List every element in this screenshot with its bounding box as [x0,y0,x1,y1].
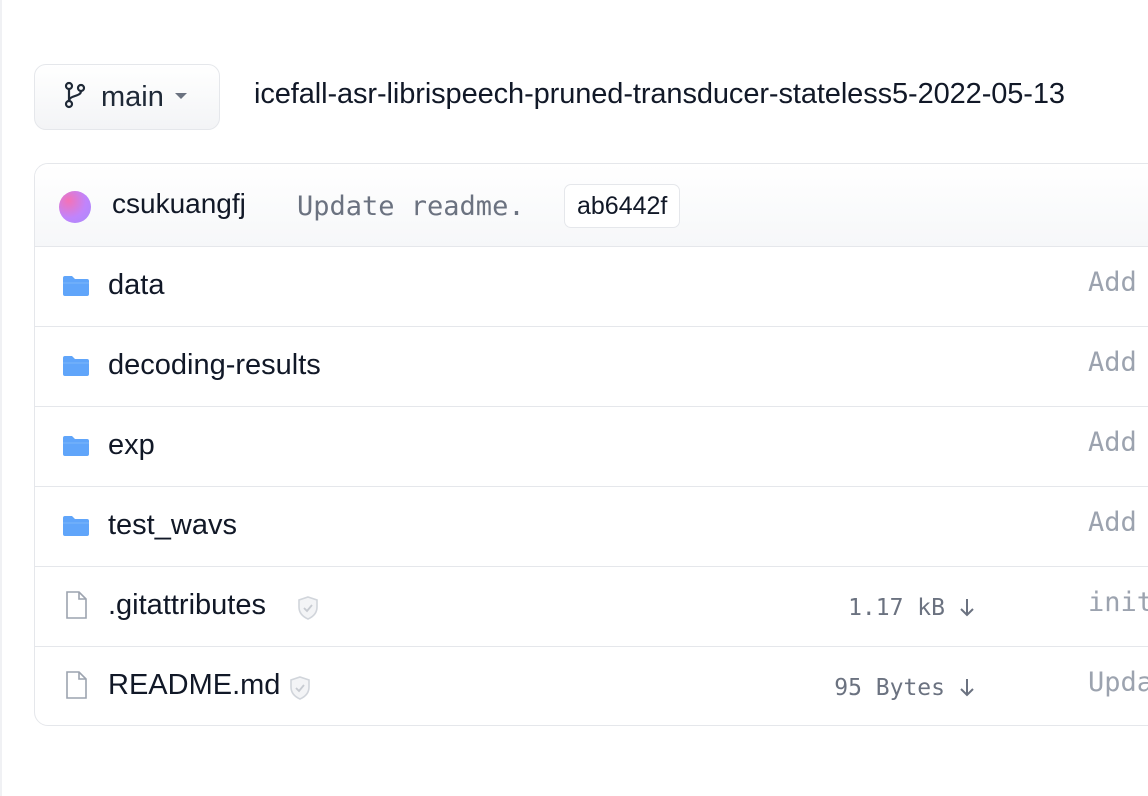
branch-label: main [101,80,164,113]
folder-icon [62,435,90,462]
page-edge [0,0,2,796]
file-name[interactable]: README.md [108,669,280,702]
download-arrow-icon[interactable] [957,677,977,704]
commit-message[interactable]: Update readme. [297,191,525,222]
file-size: 95 Bytes [834,675,945,701]
branch-selector-button[interactable]: main [34,64,220,130]
last-commit-message[interactable]: Upda [1088,667,1148,698]
shield-check-icon[interactable] [296,595,320,626]
folder-icon [62,515,90,542]
file-icon [64,671,88,704]
commit-hash-badge[interactable]: ab6442f [564,184,681,228]
folder-icon [62,355,90,382]
last-commit-message[interactable]: Add [1088,267,1137,298]
file-icon [64,591,88,624]
shield-check-icon[interactable] [288,675,312,706]
download-arrow-icon[interactable] [957,597,977,624]
repo-path: icefall-asr-librispeech-pruned-transduce… [254,78,1065,110]
file-row[interactable]: test_wavs Add [35,487,1148,567]
git-branch-icon [63,81,87,114]
file-name[interactable]: .gitattributes [108,589,266,622]
file-name[interactable]: exp [108,429,155,462]
last-commit-message[interactable]: Add [1088,507,1137,538]
chevron-down-icon [174,88,188,106]
file-name[interactable]: decoding-results [108,349,321,382]
commit-author[interactable]: csukuangfj [112,188,246,220]
folder-icon [62,275,90,302]
file-row[interactable]: README.md 95 Bytes Upda [35,647,1148,725]
file-name[interactable]: data [108,269,164,302]
file-row[interactable]: decoding-results Add [35,327,1148,407]
file-size: 1.17 kB [848,595,945,621]
last-commit-message[interactable]: Add [1088,427,1137,458]
file-row[interactable]: .gitattributes 1.17 kB init [35,567,1148,647]
last-commit-row: csukuangfj Update readme. ab6442f [35,164,1148,247]
file-list-panel: csukuangfj Update readme. ab6442f data Ad… [34,163,1148,726]
file-row[interactable]: data Add [35,247,1148,327]
file-name[interactable]: test_wavs [108,509,237,542]
last-commit-message[interactable]: Add [1088,347,1137,378]
file-row[interactable]: exp Add [35,407,1148,487]
avatar[interactable] [59,191,91,223]
last-commit-message[interactable]: init [1088,587,1148,618]
